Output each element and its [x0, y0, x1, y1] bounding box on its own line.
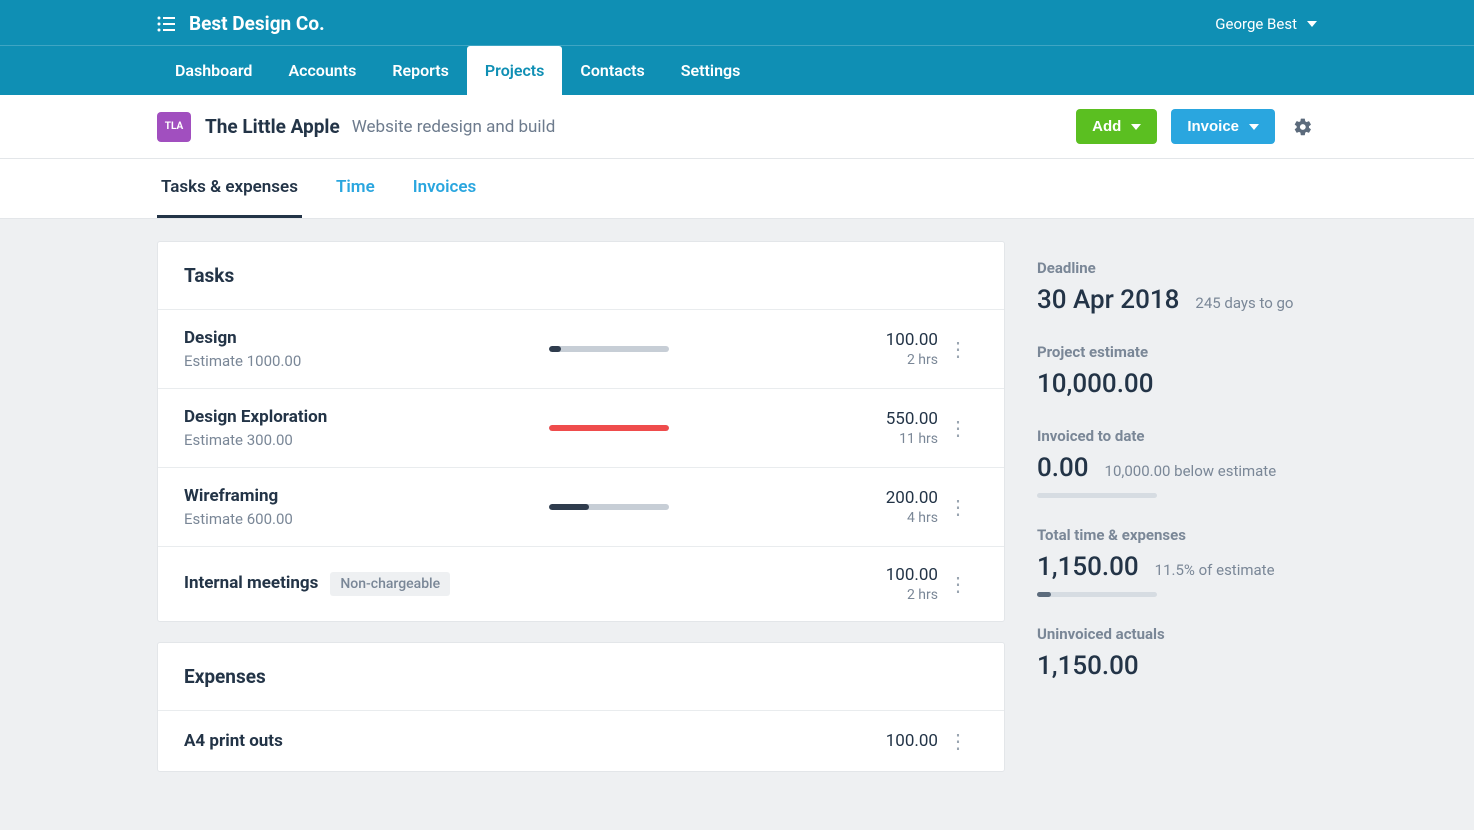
uninvoiced-label: Uninvoiced actuals	[1037, 625, 1317, 643]
task-row[interactable]: Internal meetings Non-chargeable 100.00 2 h…	[158, 546, 1004, 621]
nav-item-accounts[interactable]: Accounts	[270, 46, 374, 95]
list-icon	[157, 16, 175, 32]
project-estimate-label: Project estimate	[1037, 343, 1317, 361]
nav-item-settings[interactable]: Settings	[663, 46, 759, 95]
task-name: Internal meetings	[184, 573, 318, 593]
row-menu-button[interactable]: ⋮	[938, 337, 978, 361]
total-value: 1,150.00	[1037, 552, 1139, 582]
expense-amount: 100.00	[689, 731, 938, 751]
task-hours: 2 hrs	[689, 587, 938, 603]
task-amount: 100.00	[689, 330, 938, 350]
user-menu[interactable]: George Best	[1215, 15, 1317, 33]
chevron-down-icon	[1131, 124, 1141, 130]
add-button-label: Add	[1092, 118, 1121, 135]
task-progress	[549, 346, 669, 352]
invoiced-progress	[1037, 493, 1157, 498]
tab-tasks-expenses[interactable]: Tasks & expenses	[157, 159, 302, 218]
row-menu-button[interactable]: ⋮	[938, 572, 978, 596]
chevron-down-icon	[1249, 124, 1259, 130]
invoice-button[interactable]: Invoice	[1171, 109, 1275, 144]
task-amount: 200.00	[689, 488, 938, 508]
nav-item-projects[interactable]: Projects	[467, 46, 563, 95]
deadline-value: 30 Apr 2018	[1037, 285, 1179, 315]
task-estimate: Estimate 600.00	[184, 510, 549, 528]
total-sub: 11.5% of estimate	[1155, 561, 1275, 579]
expenses-card: Expenses A4 print outs 100.00⋮	[157, 642, 1005, 772]
invoiced-sub: 10,000.00 below estimate	[1105, 462, 1277, 480]
deadline-label: Deadline	[1037, 259, 1317, 277]
tasks-card: Tasks DesignEstimate 1000.00100.002 hrs⋮…	[157, 241, 1005, 622]
tab-invoices[interactable]: Invoices	[409, 159, 481, 218]
invoiced-value: 0.00	[1037, 453, 1089, 483]
row-menu-button[interactable]: ⋮	[938, 416, 978, 440]
task-row[interactable]: Wireframing Estimate 600.00 200.00 4 hrs⋮	[158, 467, 1004, 546]
task-amount: 550.00	[689, 409, 938, 429]
project-tile: TLA	[157, 112, 191, 142]
task-progress	[549, 504, 669, 510]
total-label: Total time & expenses	[1037, 526, 1317, 544]
gear-icon	[1293, 117, 1313, 137]
invoiced-label: Invoiced to date	[1037, 427, 1317, 445]
task-hours: 4 hrs	[689, 510, 938, 526]
add-button[interactable]: Add	[1076, 109, 1157, 144]
brand-name: Best Design Co.	[189, 12, 325, 35]
task-tag: Non-chargeable	[330, 572, 450, 596]
invoice-button-label: Invoice	[1187, 118, 1239, 135]
task-name: Design	[184, 328, 237, 348]
nav-item-reports[interactable]: Reports	[374, 46, 467, 95]
tasks-title: Tasks	[158, 242, 1004, 309]
expenses-title: Expenses	[158, 643, 1004, 710]
row-menu-button[interactable]: ⋮	[938, 495, 978, 519]
expense-row[interactable]: A4 print outs 100.00⋮	[158, 710, 1004, 771]
project-estimate-value: 10,000.00	[1037, 369, 1153, 399]
deadline-sub: 245 days to go	[1195, 294, 1293, 312]
task-hours: 2 hrs	[689, 352, 938, 368]
user-name: George Best	[1215, 15, 1297, 33]
project-description: Website redesign and build	[352, 117, 556, 137]
project-name: The Little Apple	[205, 115, 340, 138]
chevron-down-icon	[1307, 21, 1317, 27]
task-estimate: Estimate 1000.00	[184, 352, 549, 370]
uninvoiced-value: 1,150.00	[1037, 651, 1139, 681]
tab-time[interactable]: Time	[332, 159, 379, 218]
settings-button[interactable]	[1289, 113, 1317, 141]
task-row[interactable]: Design Exploration Estimate 300.00 550.00 1…	[158, 388, 1004, 467]
nav-item-dashboard[interactable]: Dashboard	[157, 46, 270, 95]
task-hours: 11 hrs	[689, 431, 938, 447]
task-name: Wireframing	[184, 486, 278, 506]
nav-item-contacts[interactable]: Contacts	[562, 46, 662, 95]
task-name: Design Exploration	[184, 407, 327, 427]
total-progress	[1037, 592, 1157, 597]
task-row[interactable]: Design Estimate 1000.00 100.00 2 hrs⋮	[158, 309, 1004, 388]
expense-name: A4 print outs	[184, 731, 283, 751]
task-estimate: Estimate 300.00	[184, 431, 549, 449]
task-amount: 100.00	[689, 565, 938, 585]
brand: Best Design Co.	[157, 12, 325, 35]
task-progress	[549, 425, 669, 431]
row-menu-button[interactable]: ⋮	[938, 729, 978, 753]
